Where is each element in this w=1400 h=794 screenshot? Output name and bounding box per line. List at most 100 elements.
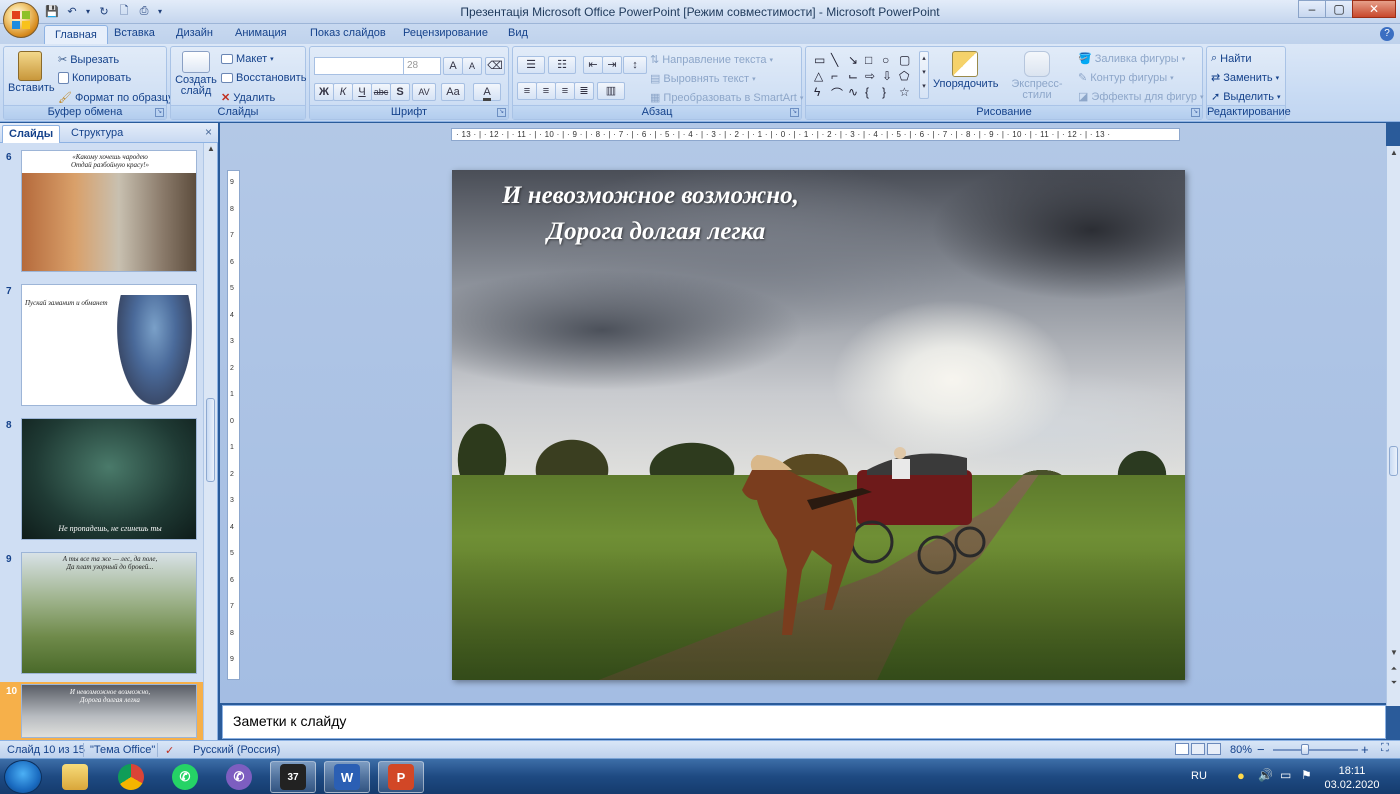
grow-font-button[interactable]: A — [443, 57, 463, 75]
char-spacing-button[interactable]: AV — [412, 83, 436, 101]
zoom-out-button[interactable]: − — [1257, 742, 1265, 757]
align-left-icon[interactable]: ≡ — [517, 82, 537, 100]
delete-slide-button[interactable]: ✕ Удалить — [221, 91, 275, 105]
font-size-combo[interactable]: 28 — [403, 57, 441, 75]
copy-button[interactable]: Копировать — [58, 72, 131, 84]
arrow-line-shape-icon[interactable]: ↘ — [848, 53, 865, 69]
italic-button[interactable]: К — [333, 83, 353, 101]
panel-scroll-thumb[interactable] — [206, 398, 215, 482]
format-painter-button[interactable]: 🖌 Формат по образцу — [58, 91, 174, 105]
taskbar-video[interactable]: 37 — [270, 761, 316, 793]
cut-button[interactable]: ✂ Вырезать — [58, 53, 119, 67]
volume-icon[interactable]: 🔊 — [1258, 768, 1273, 782]
change-case-button[interactable]: Aa — [441, 83, 465, 101]
bold-button[interactable]: Ж — [314, 83, 334, 101]
align-text-button[interactable]: ▤ Выровнять текст ▾ — [650, 72, 756, 86]
justify-icon[interactable]: ≣ — [574, 82, 594, 100]
taskbar-whatsapp[interactable]: ✆ — [162, 761, 208, 793]
norton-tray-icon[interactable]: ● — [1237, 768, 1245, 783]
slide-thumbnail-6[interactable]: 6 «Какому хочешь чародею Отдай разбойную… — [0, 150, 204, 274]
current-slide[interactable]: И невозможное возможно, Дорога долгая ле… — [452, 170, 1185, 680]
network-icon[interactable]: ▭ — [1280, 768, 1291, 782]
taskbar-chrome[interactable] — [108, 761, 154, 793]
elbow-connector-shape-icon[interactable]: ⌙ — [848, 69, 865, 85]
close-button[interactable]: ✕ — [1352, 0, 1396, 18]
taskbar-viber[interactable]: ✆ — [216, 761, 262, 793]
shadow-button[interactable]: S — [390, 83, 410, 101]
slide-thumbnail-7[interactable]: 7 Пускай заманит и обманет — [0, 284, 204, 408]
zoom-level[interactable]: 80% — [1230, 744, 1252, 756]
slide-title[interactable]: И невозможное возможно, Дорога долгая ле… — [452, 178, 1185, 250]
find-button[interactable]: ⌕ Найти — [1211, 52, 1252, 65]
curve-shape-icon[interactable]: ∿ — [848, 85, 865, 101]
line-shape-icon[interactable]: ╲ — [831, 53, 848, 69]
language-indicator[interactable]: Русский (Россия) — [193, 744, 280, 756]
zoom-slider[interactable] — [1273, 749, 1358, 751]
bullets-icon[interactable]: ☰ — [517, 56, 545, 74]
paragraph-launcher-icon[interactable]: ↘ — [790, 108, 799, 117]
align-right-icon[interactable]: ≡ — [555, 82, 575, 100]
slide-thumbnail-9[interactable]: 9 А ты все та же — лес, да поле, Да плат… — [0, 552, 204, 676]
input-language[interactable]: RU — [1191, 770, 1207, 782]
oval-shape-icon[interactable]: ○ — [882, 53, 899, 69]
theme-name[interactable]: "Тема Office" — [90, 744, 155, 756]
zoom-slider-knob[interactable] — [1301, 744, 1309, 755]
system-clock[interactable]: 18:11 03.02.2020 — [1322, 764, 1382, 792]
triangle-shape-icon[interactable]: △ — [814, 69, 831, 85]
slide-thumbnail-8[interactable]: 8 Не пропадешь, не сгинешь ты — [0, 418, 204, 542]
office-button[interactable] — [3, 2, 39, 38]
tab-slideshow[interactable]: Показ слайдов — [310, 27, 386, 39]
taskbar-powerpoint[interactable]: P — [378, 761, 424, 793]
action-center-icon[interactable]: ⚑ — [1301, 768, 1312, 782]
maximize-button[interactable]: ▢ — [1325, 0, 1353, 18]
tab-review[interactable]: Рецензирование — [403, 27, 488, 39]
clear-format-icon[interactable]: ⌫ — [485, 57, 505, 75]
panel-close-icon[interactable]: × — [205, 125, 212, 139]
slideshow-view-icon[interactable] — [1207, 743, 1221, 755]
increase-indent-icon[interactable]: ⇥ — [602, 56, 622, 74]
shapes-scroll-icon[interactable]: ▴ ▾ ▾ — [919, 51, 929, 99]
drawing-launcher-icon[interactable]: ↘ — [1191, 108, 1200, 117]
zoom-in-button[interactable]: + — [1361, 742, 1369, 757]
lightning-shape-icon[interactable]: ϟ — [814, 85, 831, 101]
tab-outline-panel[interactable]: Структура — [65, 125, 129, 143]
help-icon[interactable]: ? — [1380, 27, 1394, 41]
taskbar-explorer[interactable] — [52, 761, 98, 793]
shrink-font-button[interactable]: A — [462, 57, 482, 75]
slide-scrollbar[interactable]: ▲ ▼ ⏶ ⏷ — [1386, 146, 1400, 706]
tab-slides-panel[interactable]: Слайды — [2, 125, 61, 143]
next-slide-icon[interactable]: ⏷ — [1388, 678, 1400, 690]
line-spacing-icon[interactable]: ↕ — [623, 56, 647, 74]
shape-outline-button[interactable]: ✎ Контур фигуры ▾ — [1078, 71, 1174, 85]
numbering-icon[interactable]: ☷ — [548, 56, 576, 74]
replace-button[interactable]: ⇄ Заменить ▾ — [1211, 71, 1279, 85]
paste-button[interactable]: Вставить — [8, 51, 55, 94]
left-brace-shape-icon[interactable]: { — [865, 85, 882, 101]
slide-scroll-thumb[interactable] — [1389, 446, 1398, 476]
layout-button[interactable]: Макет ▾ — [221, 53, 274, 65]
shapes-gallery[interactable]: ▭ ╲ ↘ □ ○ ▢ △ ⌐ ⌙ ⇨ ⇩ ⬠ ϟ ⌒ ∿{} ☆ — [814, 53, 920, 101]
panel-scrollbar[interactable]: ▲ — [203, 143, 217, 740]
previous-slide-icon[interactable]: ⏶ — [1388, 664, 1400, 676]
rounded-rect-shape-icon[interactable]: ▢ — [899, 53, 916, 69]
clipboard-launcher-icon[interactable]: ↘ — [155, 108, 164, 117]
normal-view-icon[interactable] — [1175, 743, 1189, 755]
notes-pane[interactable]: Заметки к слайду — [222, 705, 1386, 739]
new-slide-button[interactable]: Создать слайд — [175, 51, 217, 97]
align-center-icon[interactable]: ≡ — [536, 82, 556, 100]
scroll-up-icon[interactable]: ▲ — [205, 144, 217, 156]
tab-design[interactable]: Дизайн — [176, 27, 213, 39]
columns-icon[interactable]: ▥ — [597, 82, 625, 100]
rectangle-shape-icon[interactable]: □ — [865, 53, 882, 69]
decrease-indent-icon[interactable]: ⇤ — [583, 56, 603, 74]
textbox-shape-icon[interactable]: ▭ — [814, 53, 831, 69]
arrange-button[interactable]: Упорядочить — [933, 51, 998, 90]
arc-shape-icon[interactable]: ⌒ — [831, 85, 848, 101]
font-name-combo[interactable] — [314, 57, 404, 75]
quick-styles-button[interactable]: Экспресс-стили — [999, 51, 1075, 101]
down-arrow-shape-icon[interactable]: ⇩ — [882, 69, 899, 85]
smartart-button[interactable]: ▦ Преобразовать в SmartArt ▾ — [650, 91, 803, 105]
scroll-down-icon[interactable]: ▼ — [1388, 648, 1400, 660]
slide-sorter-icon[interactable] — [1191, 743, 1205, 755]
font-color-button[interactable]: A — [473, 83, 501, 101]
